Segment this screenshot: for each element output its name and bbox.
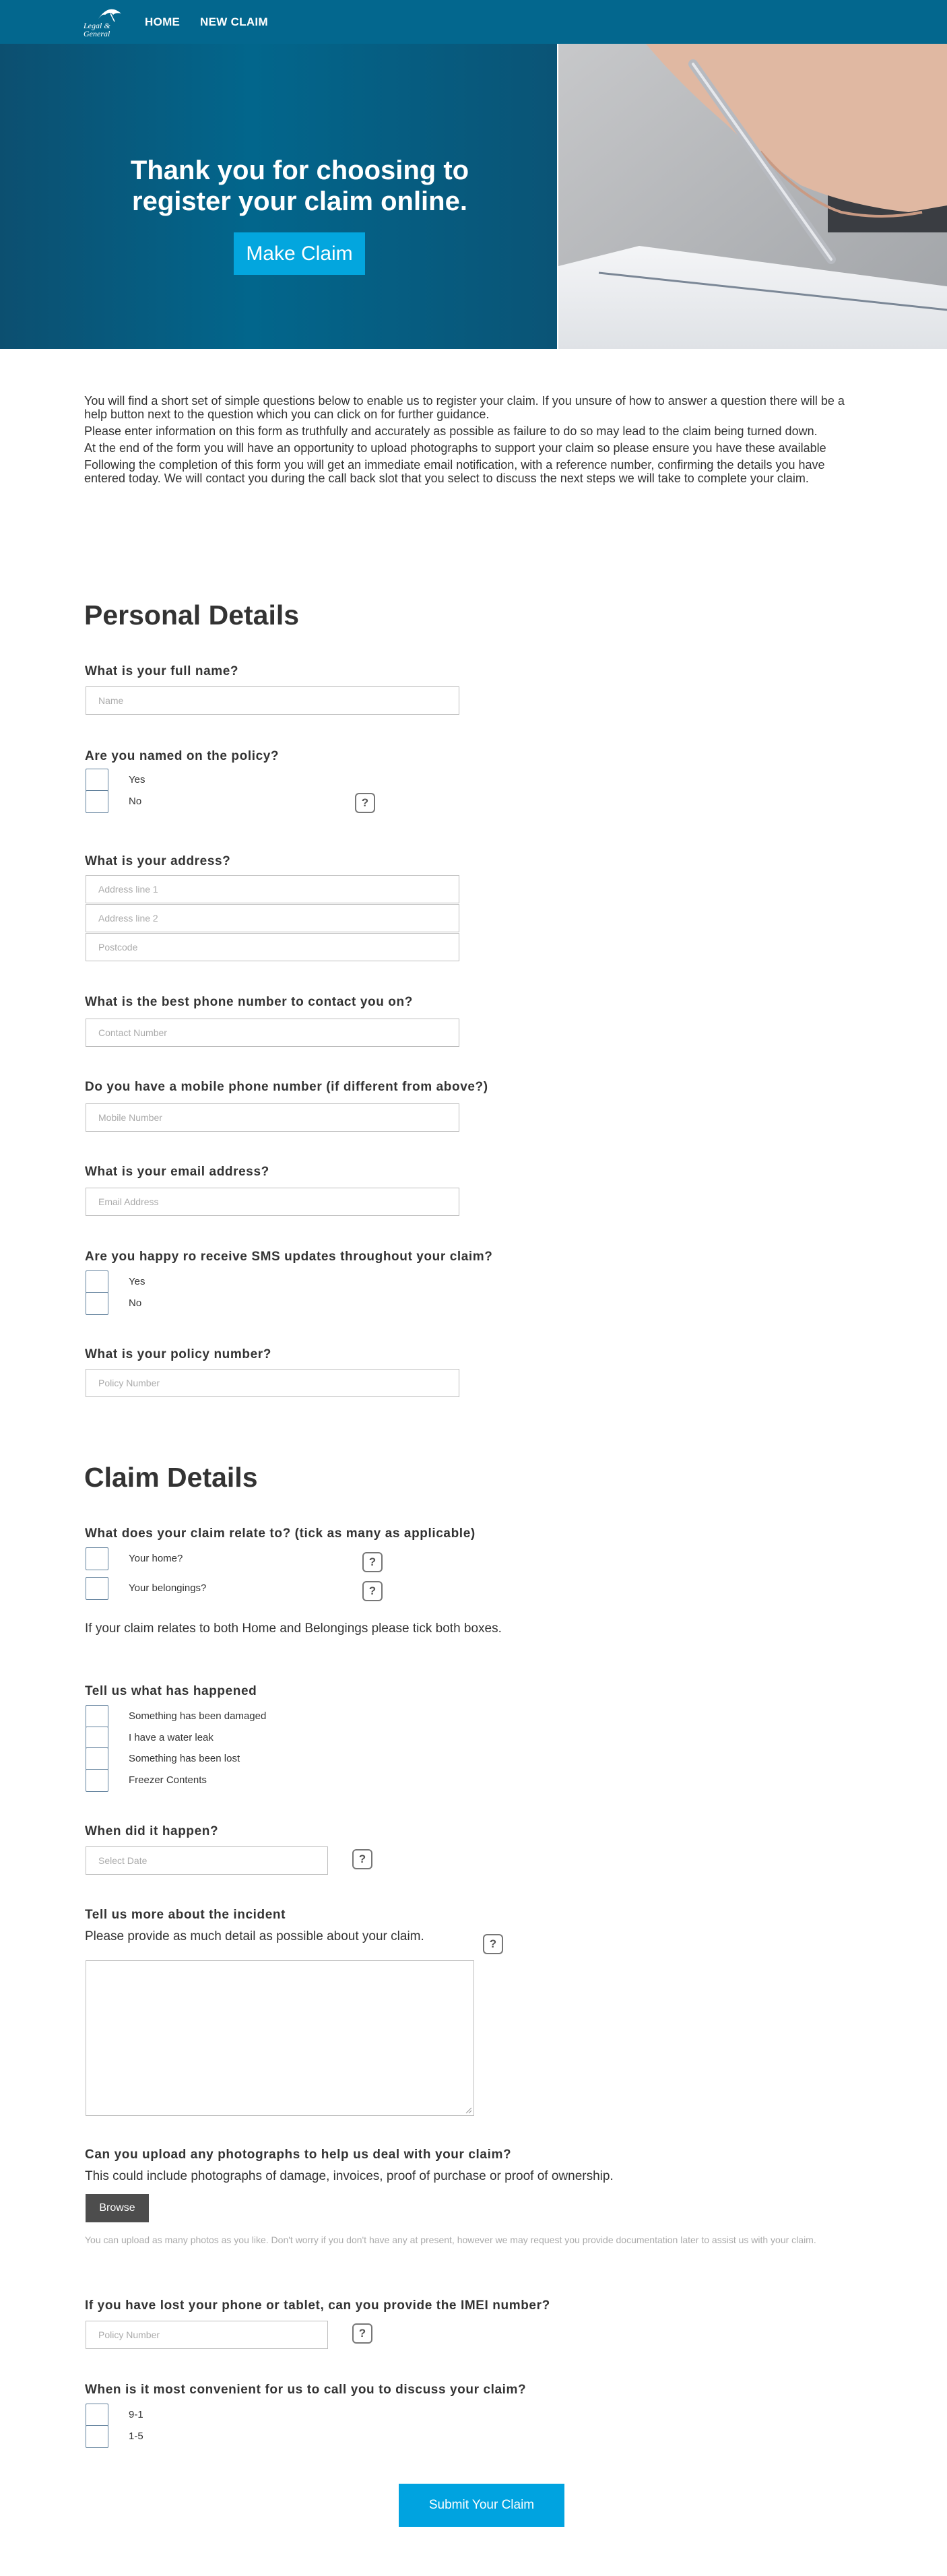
hero-photo-writing [558, 44, 947, 349]
address-line1-input[interactable] [86, 875, 459, 903]
postcode-input[interactable] [86, 933, 459, 961]
sms-yes-option[interactable]: Yes [86, 1270, 355, 1293]
option-label: Freezer Contents [129, 1774, 207, 1786]
claim-details-heading: Claim Details [84, 1462, 258, 1493]
option-label: Yes [129, 1276, 145, 1287]
submit-claim-button[interactable]: Submit Your Claim [399, 2484, 564, 2527]
make-claim-button[interactable]: Make Claim [234, 232, 365, 275]
happened-option[interactable]: Something has been damaged [86, 1705, 355, 1728]
option-label: 1-5 [129, 2430, 143, 2442]
damaged-checkbox[interactable] [86, 1705, 108, 1728]
hero-banner: Thank you for choosing to register your … [0, 44, 947, 349]
incident-question: Tell us more about the incident [85, 1908, 286, 1922]
named-yes-option[interactable]: Yes [86, 769, 355, 792]
call-9-1-option[interactable]: 9-1 [86, 2404, 355, 2426]
hero-title: Thank you for choosing to register your … [130, 156, 469, 216]
intro-text: You will find a short set of simple ques… [84, 394, 866, 488]
intro-paragraph: Please enter information on this form as… [84, 424, 818, 438]
help-icon[interactable]: ? [362, 1552, 383, 1572]
photos-note: You can upload as many photos as you lik… [85, 2234, 816, 2245]
belongings-checkbox[interactable] [86, 1577, 108, 1600]
resize-handle-icon[interactable] [465, 2107, 472, 2114]
address-line2-input[interactable] [86, 904, 459, 932]
help-icon[interactable]: ? [352, 1849, 372, 1869]
email-input[interactable] [86, 1188, 459, 1216]
legal-general-logo[interactable]: Legal & General [84, 7, 124, 39]
freezer-checkbox[interactable] [86, 1769, 108, 1792]
contact-number-input[interactable] [86, 1019, 459, 1047]
option-label: Your home? [129, 1553, 183, 1564]
top-navbar: Legal & General HOME NEW CLAIM [0, 0, 947, 44]
option-label: No [129, 1297, 142, 1309]
photos-question: Can you upload any photographs to help u… [85, 2148, 512, 2162]
relates-note: If your claim relates to both Home and B… [85, 1621, 502, 1636]
intro-paragraph: Following the completion of this form yo… [84, 458, 825, 485]
option-label: No [129, 796, 142, 807]
policy-number-question: What is your policy number? [85, 1347, 271, 1361]
full-name-input[interactable] [86, 686, 459, 715]
intro-paragraph: You will find a short set of simple ques… [84, 394, 845, 421]
happened-option[interactable]: I have a water leak [86, 1727, 355, 1749]
help-icon[interactable]: ? [483, 1934, 503, 1954]
address-question: What is your address? [85, 854, 231, 868]
call-9-1-checkbox[interactable] [86, 2404, 108, 2426]
home-checkbox[interactable] [86, 1547, 108, 1570]
phone-question: What is the best phone number to contact… [85, 995, 413, 1009]
what-happened-question: Tell us what has happened [85, 1684, 257, 1698]
relates-belongings-option[interactable]: Your belongings? [86, 1577, 355, 1600]
hero-panel: Thank you for choosing to register your … [0, 44, 557, 349]
call-1-5-checkbox[interactable] [86, 2425, 108, 2448]
water-leak-checkbox[interactable] [86, 1727, 108, 1749]
sms-no-checkbox[interactable] [86, 1292, 108, 1315]
browse-button[interactable]: Browse [86, 2194, 149, 2222]
logo-text: Legal & General [84, 21, 110, 38]
date-input[interactable] [86, 1846, 328, 1875]
incident-textarea[interactable] [86, 1960, 474, 2116]
help-icon[interactable]: ? [355, 793, 375, 813]
sms-question: Are you happy ro receive SMS updates thr… [85, 1250, 493, 1264]
mobile-question: Do you have a mobile phone number (if di… [85, 1080, 488, 1094]
option-label: I have a water leak [129, 1732, 214, 1743]
call-1-5-option[interactable]: 1-5 [86, 2425, 355, 2448]
call-time-question: When is it most convenient for us to cal… [85, 2383, 527, 2397]
option-label: Your belongings? [129, 1582, 207, 1594]
sms-yes-checkbox[interactable] [86, 1270, 108, 1293]
option-label: Yes [129, 774, 145, 785]
claim-relates-question: What does your claim relate to? (tick as… [85, 1526, 476, 1541]
nav-new-claim[interactable]: NEW CLAIM [200, 15, 268, 29]
email-question: What is your email address? [85, 1165, 269, 1179]
option-label: Something has been damaged [129, 1710, 267, 1722]
intro-paragraph: At the end of the form you will have an … [84, 441, 826, 455]
incident-hint: Please provide as much detail as possibl… [85, 1929, 424, 1943]
policy-number-input[interactable] [86, 1369, 459, 1397]
option-label: Something has been lost [129, 1753, 240, 1764]
imei-input[interactable] [86, 2321, 328, 2349]
help-icon[interactable]: ? [362, 1581, 383, 1601]
nav-home[interactable]: HOME [145, 15, 180, 29]
named-yes-checkbox[interactable] [86, 769, 108, 792]
option-label: 9-1 [129, 2409, 143, 2420]
full-name-question: What is your full name? [85, 664, 239, 678]
imei-question: If you have lost your phone or tablet, c… [85, 2298, 550, 2313]
personal-details-heading: Personal Details [84, 600, 300, 631]
lost-checkbox[interactable] [86, 1747, 108, 1770]
photos-hint: This could include photographs of damage… [85, 2169, 614, 2183]
sms-no-option[interactable]: No [86, 1292, 355, 1315]
named-no-checkbox[interactable] [86, 790, 108, 813]
when-question: When did it happen? [85, 1824, 219, 1838]
help-icon[interactable]: ? [352, 2323, 372, 2344]
named-on-policy-question: Are you named on the policy? [85, 749, 280, 763]
relates-home-option[interactable]: Your home? [86, 1547, 355, 1570]
named-no-option[interactable]: No [86, 790, 355, 813]
mobile-number-input[interactable] [86, 1103, 459, 1132]
happened-option[interactable]: Something has been lost [86, 1747, 355, 1770]
happened-option[interactable]: Freezer Contents [86, 1769, 355, 1792]
